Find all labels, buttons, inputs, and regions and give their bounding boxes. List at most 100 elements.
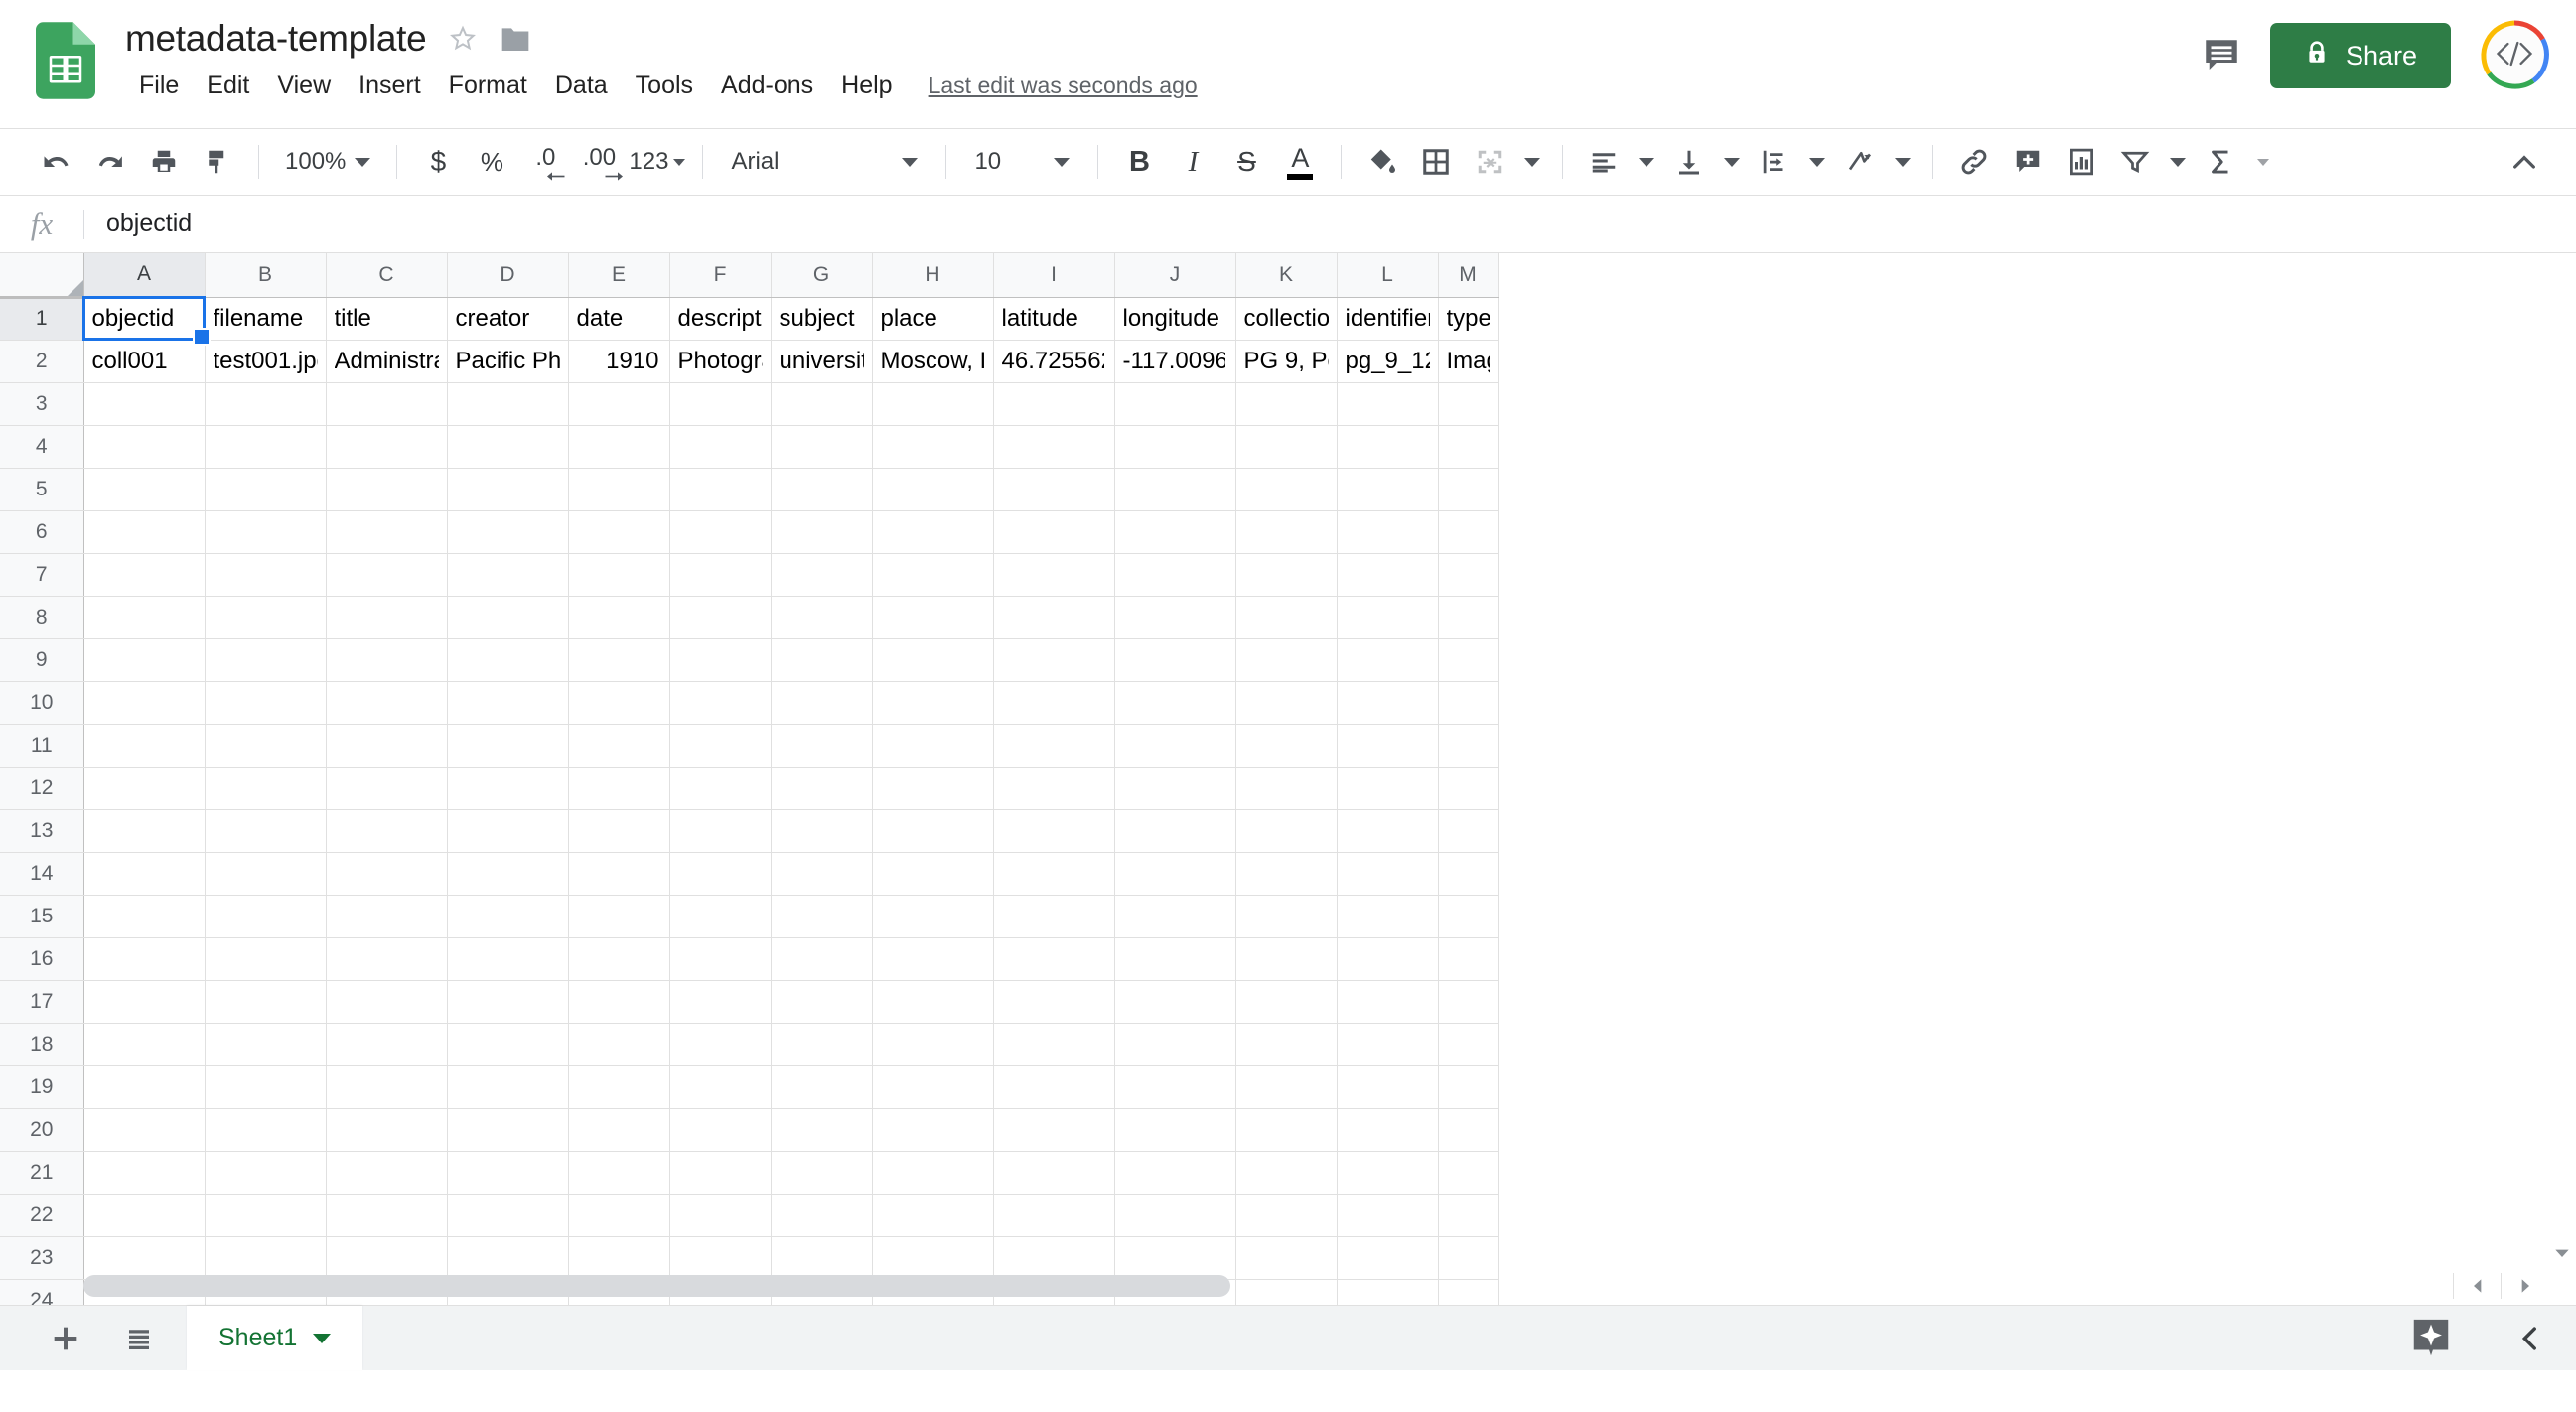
menu-item-add-ons[interactable]: Add-ons <box>707 68 827 104</box>
cell-K16[interactable] <box>1235 937 1338 981</box>
cell-K23[interactable] <box>1235 1236 1338 1280</box>
column-header-f[interactable]: F <box>669 253 772 298</box>
menu-item-data[interactable]: Data <box>541 68 622 104</box>
cell-K9[interactable] <box>1235 638 1338 682</box>
cell-B8[interactable] <box>205 596 327 639</box>
undo-icon[interactable] <box>33 138 80 186</box>
cell-G11[interactable] <box>771 724 873 768</box>
strikethrough-button[interactable]: S <box>1222 138 1270 186</box>
cell-D1[interactable]: creator <box>447 297 569 341</box>
plus-icon[interactable] <box>34 1322 97 1355</box>
row-header-8[interactable]: 8 <box>0 596 84 639</box>
cell-G20[interactable] <box>771 1108 873 1152</box>
cell-I19[interactable] <box>993 1065 1115 1109</box>
column-header-h[interactable]: H <box>872 253 994 298</box>
avatar[interactable] <box>2479 20 2550 91</box>
row-header-4[interactable]: 4 <box>0 425 84 469</box>
cell-L11[interactable] <box>1337 724 1439 768</box>
cell-B11[interactable] <box>205 724 327 768</box>
cell-C6[interactable] <box>326 510 448 554</box>
cell-K3[interactable] <box>1235 382 1338 426</box>
cell-D5[interactable] <box>447 468 569 511</box>
cell-G12[interactable] <box>771 767 873 810</box>
cell-H18[interactable] <box>872 1023 994 1066</box>
row-header-2[interactable]: 2 <box>0 340 84 383</box>
cell-I3[interactable] <box>993 382 1115 426</box>
cell-K18[interactable] <box>1235 1023 1338 1066</box>
cell-K15[interactable] <box>1235 895 1338 938</box>
cell-L20[interactable] <box>1337 1108 1439 1152</box>
filter-icon[interactable] <box>2111 138 2159 186</box>
cell-K10[interactable] <box>1235 681 1338 725</box>
column-header-m[interactable]: M <box>1438 253 1499 298</box>
cell-D22[interactable] <box>447 1194 569 1237</box>
horizontal-align-dropdown[interactable] <box>1634 138 1659 186</box>
chevron-up-icon[interactable] <box>2501 139 2548 187</box>
cell-E8[interactable] <box>568 596 670 639</box>
cell-F6[interactable] <box>669 510 772 554</box>
text-color-button[interactable]: A <box>1276 138 1324 186</box>
cell-K21[interactable] <box>1235 1151 1338 1195</box>
cell-G5[interactable] <box>771 468 873 511</box>
column-header-k[interactable]: K <box>1235 253 1338 298</box>
cell-A20[interactable] <box>83 1108 206 1152</box>
row-header-13[interactable]: 13 <box>0 809 84 853</box>
row-header-12[interactable]: 12 <box>0 767 84 810</box>
cell-D16[interactable] <box>447 937 569 981</box>
cell-H19[interactable] <box>872 1065 994 1109</box>
cell-J6[interactable] <box>1114 510 1236 554</box>
cell-D11[interactable] <box>447 724 569 768</box>
cell-L14[interactable] <box>1337 852 1439 896</box>
cell-I20[interactable] <box>993 1108 1115 1152</box>
column-header-b[interactable]: B <box>205 253 327 298</box>
cell-A13[interactable] <box>83 809 206 853</box>
filter-dropdown[interactable] <box>2165 138 2191 186</box>
cell-I7[interactable] <box>993 553 1115 597</box>
cell-J8[interactable] <box>1114 596 1236 639</box>
cell-M1[interactable]: type <box>1438 297 1499 341</box>
cell-D7[interactable] <box>447 553 569 597</box>
cell-J21[interactable] <box>1114 1151 1236 1195</box>
cell-A17[interactable] <box>83 980 206 1024</box>
cell-D10[interactable] <box>447 681 569 725</box>
cell-E21[interactable] <box>568 1151 670 1195</box>
folder-icon[interactable] <box>500 24 531 54</box>
cell-F3[interactable] <box>669 382 772 426</box>
cell-M10[interactable] <box>1438 681 1499 725</box>
column-header-g[interactable]: G <box>771 253 873 298</box>
column-header-j[interactable]: J <box>1114 253 1236 298</box>
cell-K11[interactable] <box>1235 724 1338 768</box>
cell-L19[interactable] <box>1337 1065 1439 1109</box>
cell-H5[interactable] <box>872 468 994 511</box>
cell-M14[interactable] <box>1438 852 1499 896</box>
cell-B13[interactable] <box>205 809 327 853</box>
cell-E14[interactable] <box>568 852 670 896</box>
cell-B1[interactable]: filename <box>205 297 327 341</box>
zoom-selector[interactable]: 100% <box>273 138 382 186</box>
cell-K13[interactable] <box>1235 809 1338 853</box>
cell-M8[interactable] <box>1438 596 1499 639</box>
cell-H16[interactable] <box>872 937 994 981</box>
cell-G22[interactable] <box>771 1194 873 1237</box>
cell-M12[interactable] <box>1438 767 1499 810</box>
cell-I15[interactable] <box>993 895 1115 938</box>
link-icon[interactable] <box>1950 138 1998 186</box>
cell-G4[interactable] <box>771 425 873 469</box>
cell-L15[interactable] <box>1337 895 1439 938</box>
cell-C2[interactable]: Administration Building <box>326 340 448 383</box>
cell-C8[interactable] <box>326 596 448 639</box>
cell-C4[interactable] <box>326 425 448 469</box>
cell-K7[interactable] <box>1235 553 1338 597</box>
cell-I9[interactable] <box>993 638 1115 682</box>
cell-A15[interactable] <box>83 895 206 938</box>
row-header-22[interactable]: 22 <box>0 1194 84 1237</box>
cell-H9[interactable] <box>872 638 994 682</box>
cell-L13[interactable] <box>1337 809 1439 853</box>
cell-C7[interactable] <box>326 553 448 597</box>
cell-F12[interactable] <box>669 767 772 810</box>
cell-M20[interactable] <box>1438 1108 1499 1152</box>
cell-I17[interactable] <box>993 980 1115 1024</box>
cell-A6[interactable] <box>83 510 206 554</box>
cell-K20[interactable] <box>1235 1108 1338 1152</box>
cell-H6[interactable] <box>872 510 994 554</box>
